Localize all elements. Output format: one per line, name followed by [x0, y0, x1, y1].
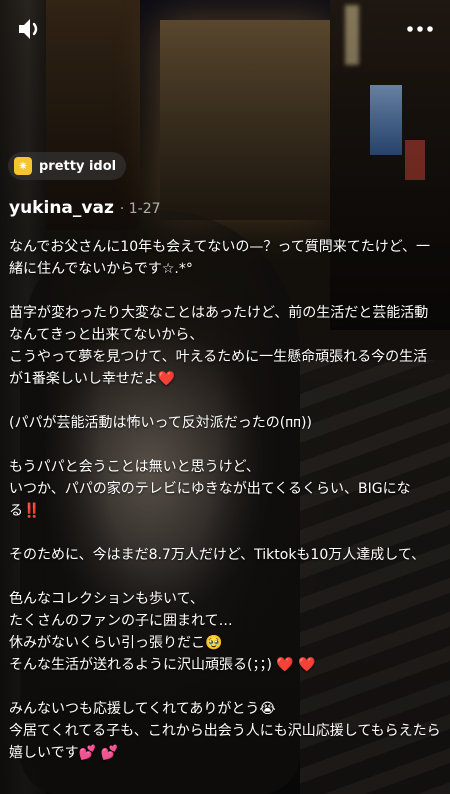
caption-line: 今居てくれてる子も、これから出会う人にも沢山応援してもらえたら嬉しいです💕 💕	[9, 723, 441, 761]
sticker-tag[interactable]: ✷ pretty idol	[8, 152, 127, 180]
caption-spacer	[9, 676, 441, 698]
caption-line: たくさんのファンの子に囲まれて…	[9, 613, 233, 629]
caption-line: 色んなコレクションも歩いて、	[9, 591, 204, 607]
caption-spacer	[9, 522, 441, 544]
caption-line: みんないつも応援してくれてありがとう😭	[9, 701, 276, 717]
top-bar	[0, 0, 450, 56]
more-options-icon[interactable]	[406, 20, 434, 38]
caption-spacer	[9, 390, 441, 412]
caption-line: そのために、今はまだ8.7万人だけど、Tiktokも10万人達成して、	[9, 547, 426, 563]
author-line: yukina_vaz · 1-27	[9, 198, 161, 218]
caption-spacer	[9, 434, 441, 456]
caption-line: そんな生活が送れるように沢山頑張る(；；) ❤️ ❤️	[9, 657, 316, 673]
sparkle-icon: ✷	[14, 157, 32, 175]
caption-spacer	[9, 280, 441, 302]
sound-icon[interactable]	[16, 16, 44, 42]
caption-line: いつか、パパの家のテレビにゆきなが出てくるくらい、BIGになる‼️	[9, 481, 411, 519]
caption-line: (パパが芸能活動は怖いって反対派だったの(ᴨᴨ))	[9, 415, 312, 431]
caption-text: なんでお父さんに10年も会えてないの—？って質問来てたけど、一緒に住んでないから…	[9, 236, 441, 764]
caption-line: 休みがないくらい引っ張りだこ🥹	[9, 635, 223, 651]
caption-line: もうパパと会うことは無いと思うけど、	[9, 459, 260, 475]
caption-line: こうやって夢を見つけて、叶えるために一生懸命頑張れる今の生活が1番楽しいし幸せだ…	[9, 349, 428, 387]
username-link[interactable]: yukina_vaz	[9, 198, 114, 218]
post-date: · 1-27	[119, 201, 161, 217]
caption-spacer	[9, 566, 441, 588]
caption-line: 苗字が変わったり大変なことはあったけど、前の生活だと芸能活動なんてきっと出来てな…	[9, 305, 429, 343]
caption-line: なんでお父さんに10年も会えてないの—？って質問来てたけど、一緒に住んでないから…	[9, 239, 431, 277]
tag-label: pretty idol	[39, 158, 117, 174]
